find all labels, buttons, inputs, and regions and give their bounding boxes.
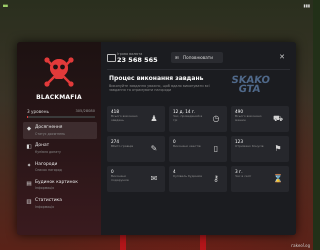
- stat-card: 490 Всього виконано машин ⛟: [231, 106, 289, 132]
- balance-value: 23 568 565: [117, 56, 158, 64]
- stat-label: Всього виконано машин: [235, 114, 262, 122]
- menu-item-title: Статистика: [35, 198, 62, 204]
- topup-button[interactable]: ⊞ Поповнювати: [171, 52, 223, 63]
- menu-item-subtitle: Інформація: [35, 186, 55, 191]
- tasks-panel: Ігрова валюта 23 568 565 ⊞ Поповнювати ✕…: [101, 42, 296, 235]
- donate-icon: ◧: [26, 144, 32, 151]
- menu-item[interactable]: ◆ Досягнення Статус досягнень: [23, 122, 97, 139]
- menu-item-title: Донат: [35, 143, 50, 149]
- timer-icon: ⌛: [273, 174, 283, 183]
- stat-card: 418 Всього виконано завдань ♟: [107, 106, 165, 132]
- wallet-icon: [107, 54, 116, 62]
- menu-item[interactable]: ✦ Нагороди Список нагород: [23, 159, 97, 176]
- stat-label: Купівель будинків: [173, 174, 202, 178]
- achievements-icon: ◆: [26, 126, 32, 132]
- profile-sidebar: BLACKMAFIA 3 уровень 305/28080 ◆ Досягне…: [17, 42, 101, 235]
- stat-label: Отримано бонусів: [235, 144, 264, 148]
- stat-card: 12 д. 14 г. Час, проведений в грі ◷: [169, 106, 227, 132]
- player-level: 3 уровень: [27, 109, 49, 114]
- stat-card: 0 Виконано подарунків ✉: [107, 166, 165, 192]
- stat-label: Виконано квестів: [173, 144, 201, 148]
- menu-item[interactable]: ▤ Будинок картинок Інформація: [23, 177, 97, 194]
- menu-item-subtitle: Статус досягнень: [35, 131, 66, 136]
- rewards-icon: ✦: [26, 162, 32, 169]
- clock-icon: ◷: [212, 114, 220, 123]
- tasks-title: Процес виконання завдань: [109, 75, 204, 82]
- hud-ping: ■■: [3, 3, 8, 8]
- stat-label: Виконано подарунків: [111, 174, 129, 182]
- skull-avatar-icon: [44, 57, 74, 87]
- stats-icon: ▥: [26, 199, 32, 206]
- player-xp: 305/28080: [75, 109, 95, 113]
- stat-label: Вбито гравців: [111, 144, 134, 148]
- menu-item[interactable]: ▥ Статистика Інформація: [23, 195, 97, 212]
- key-icon: ⚷: [213, 174, 219, 183]
- stat-label: Всього виконано завдань: [111, 114, 138, 122]
- xp-progress-bar: [27, 116, 95, 118]
- menu-item-title: Нагороди: [35, 161, 58, 167]
- book-icon: ▯: [213, 144, 219, 153]
- xp-progress-fill: [27, 116, 29, 118]
- person-icon: ♟: [150, 114, 158, 123]
- menu-item-title: Досягнення: [35, 125, 63, 130]
- menu-item-title: Будинок картинок: [35, 179, 78, 185]
- menu-item[interactable]: ◧ Донат Купівля донату: [23, 140, 97, 157]
- gun-icon: ✎: [150, 144, 158, 153]
- stat-card: 3 г. Час в сесії ⌛: [231, 166, 289, 192]
- stat-card: 274 Вбито гравців ✎: [107, 136, 165, 162]
- hud-text: rakeolog: [290, 243, 310, 248]
- gift-icon: ✉: [150, 174, 158, 183]
- menu-item-subtitle: Інформація: [35, 204, 55, 209]
- watermark-logo: SKAKO GTA: [230, 75, 271, 95]
- stat-card: 123 Отримано бонусів ⚑: [231, 136, 289, 162]
- player-name: BLACKMAFIA: [36, 94, 82, 101]
- stat-label: Час в сесії: [235, 174, 252, 178]
- profile-modal: BLACKMAFIA 3 уровень 305/28080 ◆ Досягне…: [17, 42, 296, 235]
- sidebar-menu: ◆ Досягнення Статус досягнень ◧ Донат Ку…: [23, 122, 97, 213]
- divider: [107, 69, 290, 70]
- topup-label: Поповнювати: [183, 55, 213, 60]
- close-icon[interactable]: ✕: [276, 51, 288, 63]
- stat-label: Час, проведений в грі: [173, 114, 203, 122]
- menu-item-subtitle: Купівля донату: [35, 149, 61, 154]
- menu-item-subtitle: Список нагород: [35, 168, 62, 173]
- flag-icon: ⚑: [274, 144, 282, 153]
- hud-indicator: ▮▮▮: [303, 3, 310, 8]
- cards-icon: ▤: [26, 180, 32, 187]
- stat-card: 0 Виконано квестів ▯: [169, 136, 227, 162]
- tasks-description: Виконуйте завдання уважно, щоб вдало вик…: [109, 84, 210, 93]
- stat-card: 4 Купівель будинків ⚷: [169, 166, 227, 192]
- car-icon: ⛟: [273, 114, 284, 123]
- plus-card-icon: ⊞: [175, 55, 179, 60]
